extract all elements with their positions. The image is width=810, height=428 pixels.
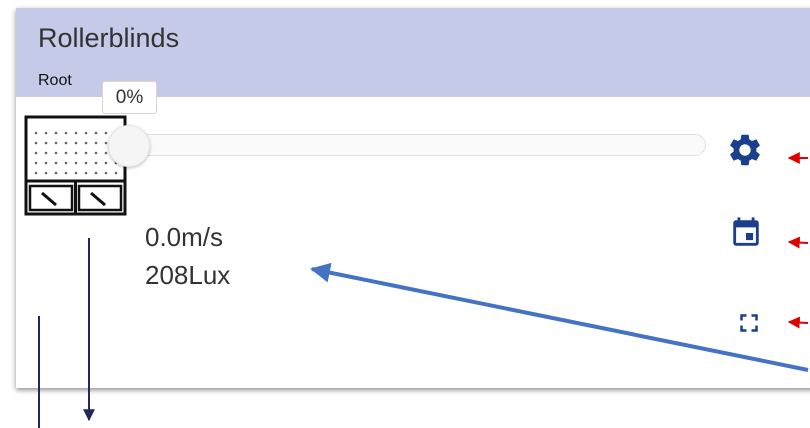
card-subtitle: Root [38, 72, 72, 89]
screenshot-stage: Rollerblinds Root 0% 0.0m/s 208Lux [0, 0, 810, 428]
gear-icon[interactable] [726, 131, 764, 169]
card-title: Rollerblinds [38, 23, 180, 53]
slider-value-label: 0% [102, 81, 157, 114]
calendar-icon[interactable] [729, 215, 763, 251]
fullscreen-icon[interactable] [734, 308, 764, 338]
light-level-value: 208Lux [145, 260, 231, 290]
blind-position-slider-track[interactable] [130, 134, 706, 156]
wind-speed-value: 0.0m/s [145, 222, 224, 252]
rollerblinds-card: Rollerblinds Root [16, 8, 810, 388]
rollerblind-icon[interactable] [22, 113, 129, 221]
blind-position-slider-thumb[interactable] [108, 125, 150, 167]
